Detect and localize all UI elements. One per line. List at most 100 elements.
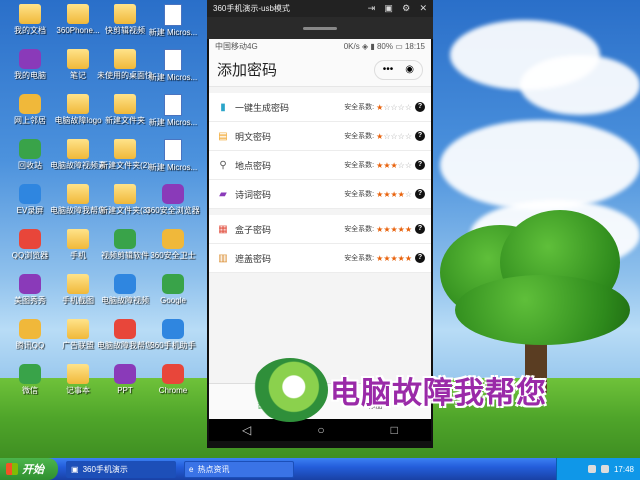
- task-phone-demo[interactable]: ▣ 360手机演示: [66, 460, 176, 478]
- window-controls: ⇥ ▣ ⚙ ✕: [361, 3, 427, 14]
- more-icon[interactable]: •••: [383, 64, 394, 75]
- star-empty-icon: ☆: [397, 102, 405, 112]
- app-icon: [162, 274, 184, 294]
- desktop-icon-label: 新建 Micros...: [148, 28, 198, 37]
- taskbar: 开始 ▣ 360手机演示 e 热点资讯 17:48: [0, 458, 640, 480]
- desktop-icon[interactable]: 新建 Micros...: [145, 139, 201, 172]
- star-empty-icon: ☆: [390, 131, 398, 141]
- password-type-row[interactable]: ▮ 一键生成密码 安全系数: ★☆☆☆☆?: [209, 93, 431, 122]
- password-type-row[interactable]: ▥ 遮盖密码 安全系数: ★★★★★?: [209, 244, 431, 273]
- window-title: 360手机演示-usb模式: [213, 4, 290, 13]
- security-rating: ★★★★★: [376, 254, 412, 263]
- app-icon: [19, 139, 41, 159]
- desktop-icon[interactable]: 新建 Micros...: [145, 4, 201, 37]
- help-icon[interactable]: ?: [415, 224, 425, 234]
- close-icon[interactable]: ✕: [419, 3, 427, 13]
- app-icon: [114, 364, 136, 384]
- cloud: [520, 55, 640, 115]
- help-icon[interactable]: ?: [415, 102, 425, 112]
- app-icon: [162, 184, 184, 204]
- start-button[interactable]: 开始: [0, 458, 58, 480]
- app-header: 添加密码 ••• ◉: [209, 53, 431, 87]
- home-icon[interactable]: ○: [317, 423, 324, 437]
- password-type-row[interactable]: ▤ 明文密码 安全系数: ★☆☆☆☆?: [209, 122, 431, 151]
- password-type-label: 诗词密码: [235, 189, 272, 200]
- desktop-icon[interactable]: 360安全卫士: [145, 229, 201, 260]
- folder-icon: [114, 184, 136, 204]
- help-icon[interactable]: ?: [415, 253, 425, 263]
- folder-icon: [67, 139, 89, 159]
- folder-icon: [67, 229, 89, 249]
- app-icon: [162, 319, 184, 339]
- ie-icon: e: [189, 464, 194, 474]
- star-filled-icon: ★: [397, 189, 405, 199]
- close-miniapp-icon[interactable]: ◉: [405, 64, 414, 75]
- task-label: 360手机演示: [82, 464, 128, 474]
- document-icon: [164, 139, 182, 161]
- desktop-icon-label: Google: [160, 296, 186, 305]
- star-filled-icon: ★: [390, 189, 398, 199]
- password-type-label: 盒子密码: [235, 224, 272, 235]
- system-tray: 17:48: [556, 458, 640, 480]
- folder-icon: [67, 94, 89, 114]
- password-group: ▦ 盒子密码 安全系数: ★★★★★? ▥ 遮盖密码 安全系数: ★★★★★?: [209, 215, 431, 273]
- desktop-icon[interactable]: 360手机助手: [145, 319, 201, 350]
- desktop-icon-label: 360手机助手: [150, 341, 196, 350]
- task-hot-news[interactable]: e 热点资讯: [184, 460, 294, 478]
- fullscreen-icon[interactable]: ▣: [384, 3, 393, 13]
- settings-icon[interactable]: ⚙: [402, 3, 410, 13]
- desktop-icon[interactable]: 新建 Micros...: [145, 94, 201, 127]
- app-icon: [19, 229, 41, 249]
- back-icon[interactable]: ◁: [242, 423, 251, 437]
- watermark-logo: [252, 358, 328, 422]
- app-icon: [114, 274, 136, 294]
- help-icon[interactable]: ?: [415, 160, 425, 170]
- star-filled-icon: ★: [404, 253, 412, 263]
- document-icon: [164, 94, 182, 116]
- recents-icon[interactable]: □: [391, 423, 398, 437]
- password-type-row[interactable]: ▰ 诗词密码 安全系数: ★★★★☆?: [209, 180, 431, 209]
- star-empty-icon: ☆: [404, 189, 412, 199]
- page-title: 添加密码: [217, 62, 278, 79]
- app-icon: [19, 319, 41, 339]
- clock[interactable]: 17:48: [614, 465, 634, 474]
- password-type-row[interactable]: ⚲ 地点密码 安全系数: ★★★☆☆?: [209, 151, 431, 180]
- desktop-icon-label: 新建 Micros...: [148, 73, 198, 82]
- password-type-label: 一键生成密码: [235, 102, 290, 113]
- desktop-icon[interactable]: Chrome: [145, 364, 201, 395]
- desktop-icon[interactable]: Google: [145, 274, 201, 305]
- star-filled-icon: ★: [397, 224, 405, 234]
- tree-crown: [455, 275, 630, 345]
- desktop-icon[interactable]: 360安全浏览器: [145, 184, 201, 215]
- phone-screen: 中国移动4G 0K/s ◈ ▮ 80% ▭ 18:15 添加密码 ••• ◉ ▮…: [209, 39, 431, 419]
- star-filled-icon: ★: [404, 224, 412, 234]
- password-type-label: 明文密码: [235, 131, 272, 142]
- task-label: 热点资讯: [197, 464, 230, 474]
- app-icon: [19, 184, 41, 204]
- cover-icon: ▥: [218, 252, 228, 264]
- security-rating: ★☆☆☆☆: [376, 132, 412, 141]
- security-label: 安全系数:: [344, 255, 375, 262]
- pin-icon[interactable]: ⇥: [368, 3, 376, 13]
- password-type-row[interactable]: ▦ 盒子密码 安全系数: ★★★★★?: [209, 215, 431, 244]
- tray-icon[interactable]: [600, 465, 609, 473]
- security-label: 安全系数:: [344, 191, 375, 198]
- folder-icon: [114, 4, 136, 24]
- help-icon[interactable]: ?: [415, 131, 425, 141]
- desktop-icon[interactable]: 新建 Micros...: [145, 49, 201, 82]
- folder-icon: [67, 49, 89, 69]
- star-filled-icon: ★: [397, 253, 405, 263]
- start-label: 开始: [22, 464, 44, 476]
- app-icon: [162, 364, 184, 384]
- window-grip[interactable]: [207, 17, 433, 39]
- security-label: 安全系数:: [344, 104, 375, 111]
- desktop-icon-label: Chrome: [158, 386, 188, 395]
- window-titlebar[interactable]: 360手机演示-usb模式 ⇥ ▣ ⚙ ✕: [207, 0, 433, 17]
- app-icon: [19, 364, 41, 384]
- security-label: 安全系数:: [344, 133, 375, 140]
- help-icon[interactable]: ?: [415, 189, 425, 199]
- tray-icon[interactable]: [587, 465, 596, 473]
- folder-icon: [67, 319, 89, 339]
- folder-icon: [114, 139, 136, 159]
- password-group: ▮ 一键生成密码 安全系数: ★☆☆☆☆? ▤ 明文密码 安全系数: ★☆☆☆☆? ⚲ 地点密码安…: [209, 93, 431, 209]
